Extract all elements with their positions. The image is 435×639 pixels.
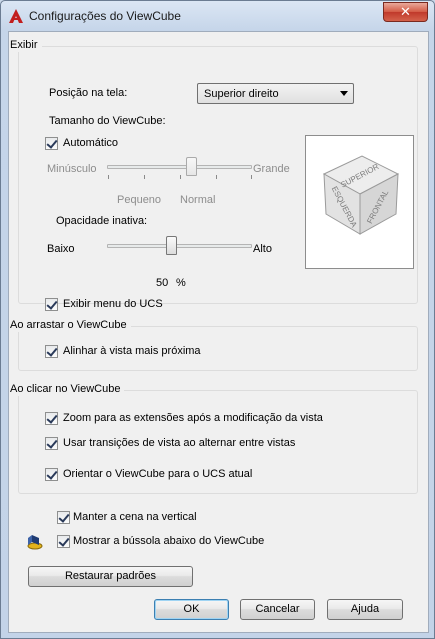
auto-size-checkbox[interactable] xyxy=(45,137,58,150)
orient-ucs-label: Orientar o ViewCube para o UCS atual xyxy=(63,468,253,480)
position-select-value: Superior direito xyxy=(204,88,279,100)
opacity-high-label: Alto xyxy=(253,243,272,255)
group-click-title: Ao clicar no ViewCube xyxy=(10,382,125,396)
size-tick xyxy=(216,175,217,179)
keep-upright-label: Manter a cena na vertical xyxy=(73,511,197,523)
opacity-value: 50 xyxy=(156,277,169,289)
snap-view-label: Alinhar à vista mais próxima xyxy=(63,345,201,357)
zoom-extents-checkbox[interactable] xyxy=(45,412,58,425)
group-drag: Ao arrastar o ViewCube Alinhar à vista m… xyxy=(10,318,418,371)
ucs-menu-checkbox[interactable] xyxy=(45,298,58,311)
snap-view-checkbox[interactable] xyxy=(45,345,58,358)
size-tick xyxy=(180,175,181,179)
dialog-window: Configurações do ViewCube ✕ Exibir Posiç… xyxy=(0,0,435,639)
keep-upright-checkbox[interactable] xyxy=(57,511,70,524)
viewcube-preview: SUPERIOR ESQUERDA FRONTAL xyxy=(305,135,414,269)
size-tick xyxy=(251,175,252,179)
help-button[interactable]: Ajuda xyxy=(327,599,403,620)
show-compass-label: Mostrar a bússola abaixo do ViewCube xyxy=(73,535,265,547)
title-bar[interactable]: Configurações do ViewCube ✕ xyxy=(1,1,434,31)
restore-defaults-button[interactable]: Restaurar padrões xyxy=(28,566,193,587)
close-icon: ✕ xyxy=(400,4,411,19)
position-label: Posição na tela: xyxy=(49,87,128,99)
viewcube-cube-icon: SUPERIOR ESQUERDA FRONTAL xyxy=(322,155,400,235)
size-label: Tamanho do ViewCube: xyxy=(49,115,166,127)
compass-icon xyxy=(27,535,43,550)
zoom-extents-label: Zoom para as extensões após a modificaçã… xyxy=(63,412,323,424)
opacity-slider-track xyxy=(107,244,252,248)
dialog-client-area: Exibir Posição na tela: Superior direito… xyxy=(8,31,429,633)
group-drag-title: Ao arrastar o ViewCube xyxy=(10,318,131,332)
opacity-label: Opacidade inativa: xyxy=(56,215,148,227)
chevron-down-icon xyxy=(340,91,348,96)
size-normal-label: Normal xyxy=(180,194,216,206)
ucs-menu-label: Exibir menu do UCS xyxy=(63,298,163,310)
view-transitions-checkbox[interactable] xyxy=(45,437,58,450)
size-max-label: Grande xyxy=(253,163,290,175)
group-exibir-title: Exibir xyxy=(10,38,42,52)
opacity-unit: % xyxy=(176,277,186,289)
size-tick xyxy=(144,175,145,179)
position-select[interactable]: Superior direito xyxy=(197,83,354,104)
group-exibir: Exibir Posição na tela: Superior direito… xyxy=(10,38,418,311)
close-button[interactable]: ✕ xyxy=(383,2,428,22)
orient-ucs-checkbox[interactable] xyxy=(45,468,58,481)
size-slider-track xyxy=(107,165,252,169)
ok-button[interactable]: OK xyxy=(154,599,229,620)
opacity-low-label: Baixo xyxy=(47,243,75,255)
opacity-slider-thumb[interactable] xyxy=(166,236,177,255)
window-title: Configurações do ViewCube xyxy=(29,9,181,23)
auto-size-label: Automático xyxy=(63,137,119,149)
size-slider-thumb[interactable] xyxy=(186,157,197,176)
show-compass-checkbox[interactable] xyxy=(57,535,70,548)
autocad-logo-icon xyxy=(9,9,23,23)
size-tick xyxy=(108,175,109,179)
cancel-button[interactable]: Cancelar xyxy=(240,599,315,620)
size-small-label: Pequeno xyxy=(117,194,162,206)
size-min-label: Minúsculo xyxy=(47,163,97,175)
group-click: Ao clicar no ViewCube Zoom para as exten… xyxy=(10,382,418,494)
view-transitions-label: Usar transições de vista ao alternar ent… xyxy=(63,437,296,449)
